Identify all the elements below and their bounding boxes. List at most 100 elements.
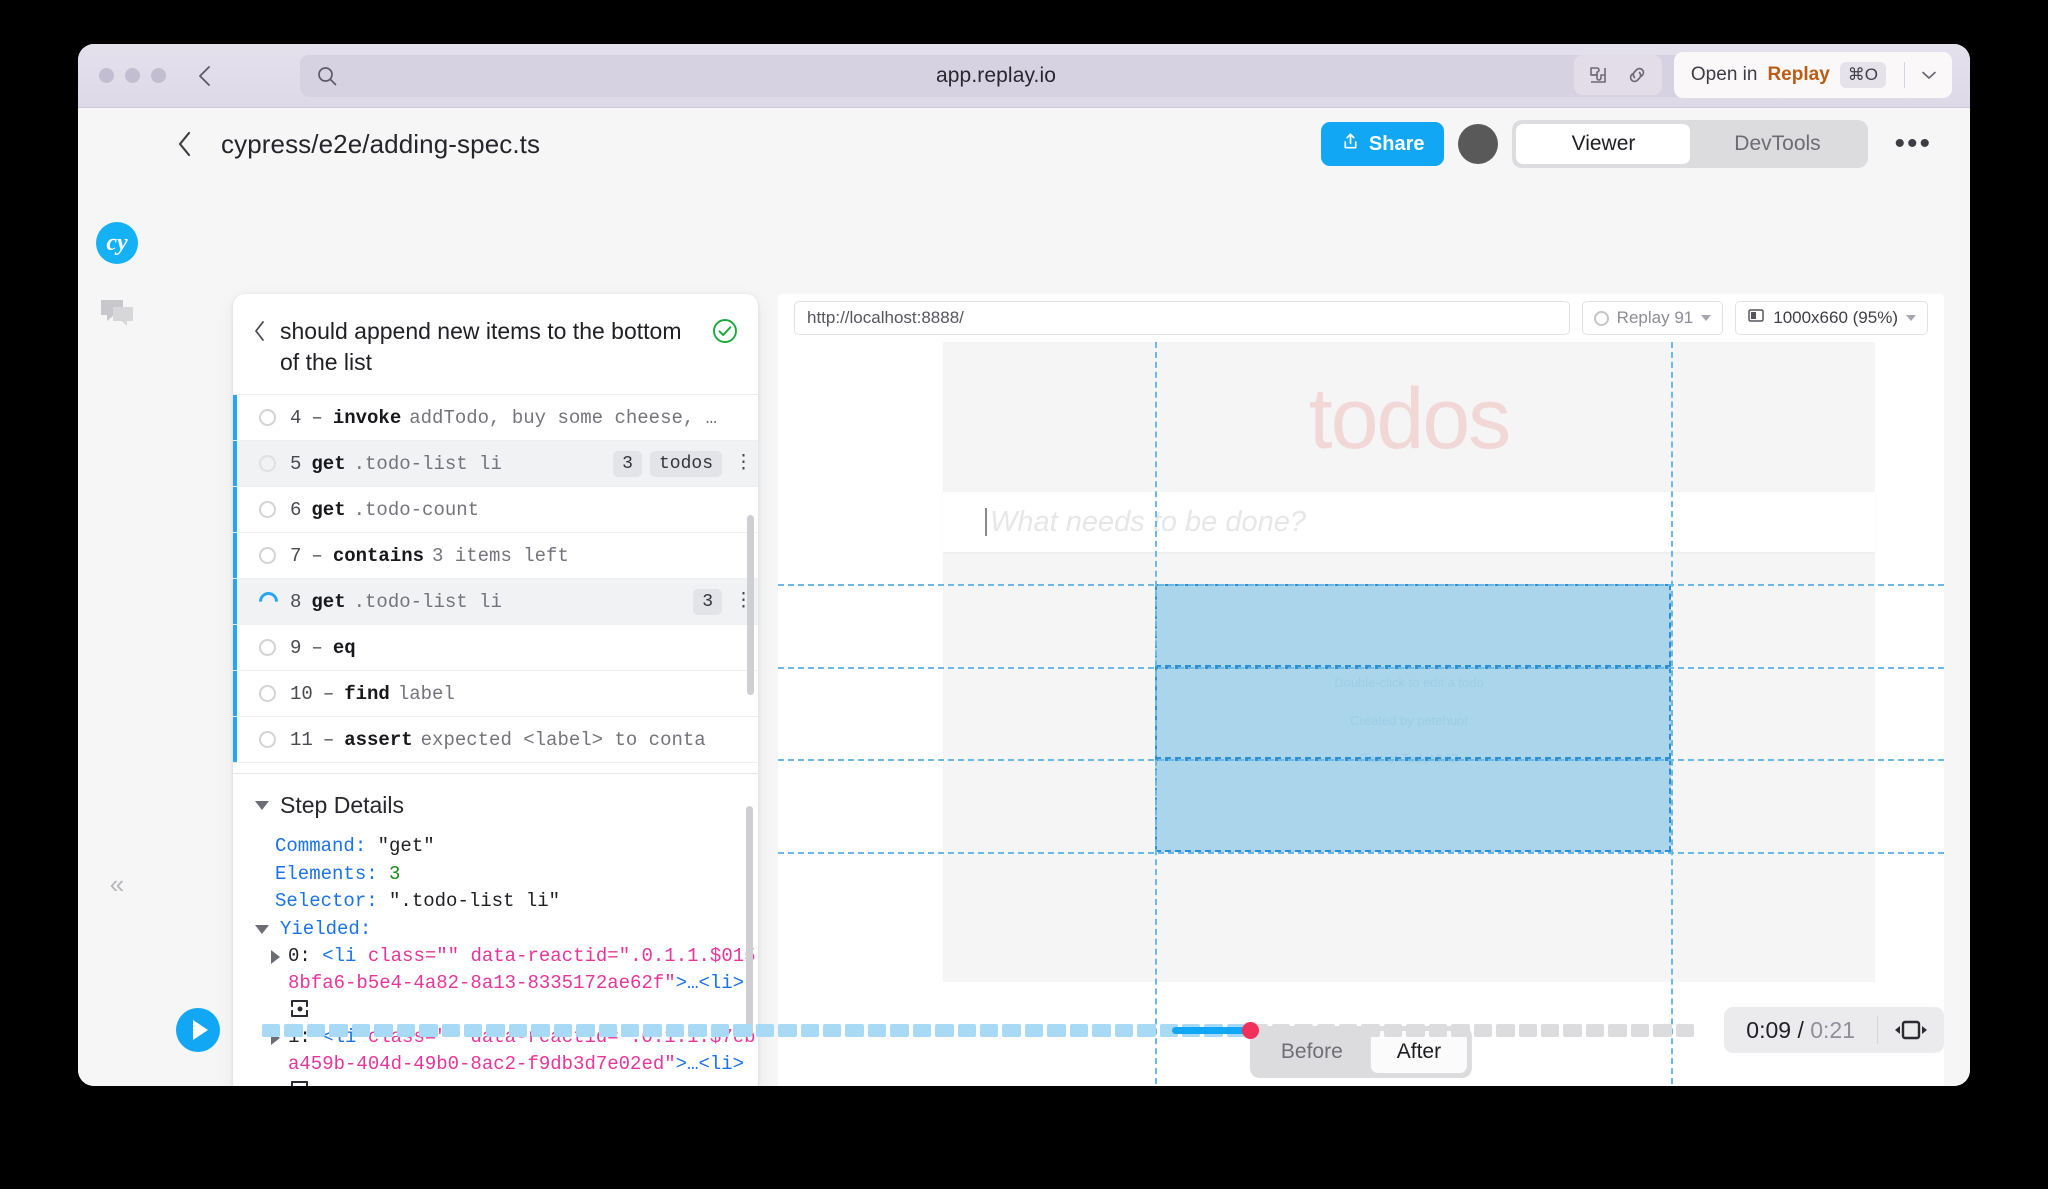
timeline-tick [531,1023,550,1037]
detail-command: Command: "get" [233,833,758,861]
share-button[interactable]: Share [1320,122,1445,166]
step-row[interactable]: 11 – assert expected <label> to conta [233,717,758,764]
step-row[interactable]: 8 get .todo-list li 3 ⋮ [233,579,758,626]
view-mode-toggle[interactable]: Viewer DevTools [1512,120,1869,168]
collapse-sidebar-button[interactable]: « [110,869,124,900]
step-number: 11 [290,728,313,751]
timeline-tick [845,1023,864,1037]
timeline-tick [1114,1023,1134,1037]
step-number: 7 [290,544,302,567]
timeline-playhead[interactable] [1241,1021,1259,1039]
window-traffic-lights[interactable] [99,68,166,83]
open-in-replay-button[interactable]: Open in Replay ⌘O [1673,52,1952,98]
guide-horizontal [778,852,1944,854]
step-number: 10 [290,682,313,705]
timeline-tick [1585,1023,1605,1037]
step-row[interactable]: 9 – eq [233,625,758,672]
step-argument: .todo-count [353,498,480,521]
step-menu-button[interactable]: ⋮ [734,591,753,610]
play-button[interactable] [176,1008,220,1052]
globe-icon [1593,310,1609,326]
timeline-tick [890,1023,909,1037]
element-highlight [1155,584,1671,667]
overflow-menu-button[interactable]: ••• [1882,129,1944,159]
close-window-button[interactable] [99,68,114,83]
timeline-tick [374,1023,393,1037]
timeline-tick [1339,1023,1358,1037]
check-circle-icon [712,318,738,349]
step-active-bar [233,671,237,717]
cypress-logo-icon[interactable]: cy [96,222,138,264]
timeline-track[interactable] [262,1021,1694,1039]
open-in-replay-prefix: Open in [1690,64,1758,85]
avatar[interactable] [1458,124,1499,164]
timeline-tick [688,1023,707,1037]
new-todo-input[interactable]: What needs to be done? [943,492,1875,552]
step-number: 6 [290,498,302,521]
step-row[interactable]: 10 – find label [233,671,758,718]
browser-chrome-actions: Open in Replay ⌘O [1573,52,1952,98]
timeline-tick [419,1023,438,1037]
maximize-window-button[interactable] [151,68,166,83]
element-highlight [1155,667,1671,759]
replay-app: cypress/e2e/adding-spec.ts Share Viewer … [78,108,1970,1086]
timeline-tick [912,1023,932,1037]
step-status-icon [259,685,276,703]
step-active-bar [233,717,237,763]
test-back-button[interactable] [253,320,266,347]
browser-chrome: app.replay.io Open in Replay ⌘O [78,44,1970,108]
chevron-down-icon [1701,315,1712,321]
detail-selector-key: Selector: [275,890,378,913]
timeline-tick [576,1023,595,1037]
guide-horizontal [778,584,1944,586]
step-row[interactable]: 7 – contains 3 items left [233,533,758,580]
viewer-pane: http://localhost:8888/ Replay 91 1000x66… [778,294,1944,1086]
step-status-icon [259,455,276,473]
caret-down-icon [255,801,269,810]
current-time: 0:09 [1746,1016,1792,1043]
timeline-tick [1653,1023,1672,1037]
timeline-tick [1406,1023,1425,1037]
timeline-tick [1271,1023,1291,1037]
step-details-header[interactable]: Step Details [233,792,758,819]
step-argument: label [397,682,455,705]
browser-back-button[interactable] [191,63,217,89]
detail-yielded-key: Yielded: [280,917,372,940]
step-active-bar [233,533,237,579]
replay-selector[interactable]: Replay 91 [1581,301,1724,335]
detail-command-key: Command: [275,835,367,857]
steps-scrollbar[interactable] [747,515,754,696]
detail-selector-value: ".todo-list li" [389,890,561,913]
minimize-window-button[interactable] [125,68,140,83]
comments-icon[interactable] [99,298,135,330]
step-row[interactable]: 5 get .todo-list li 3 todos ⋮ [233,441,758,488]
focus-region-button[interactable] [1878,1019,1944,1041]
header-back-button[interactable] [176,130,193,158]
guide-horizontal [778,759,1944,761]
timeline-tick [1540,1023,1560,1037]
preview-url-field[interactable]: http://localhost:8888/ [794,301,1570,335]
timeline-tick [621,1023,640,1037]
steps-list[interactable]: 4 – invoke addTodo, buy some cheese, … 5… [233,395,758,774]
step-row[interactable]: 6 get .todo-count [233,487,758,534]
steps-panel: should append new items to the bottom of… [233,294,758,1086]
focus-region-icon [1895,1020,1927,1040]
step-row[interactable]: 4 – invoke addTodo, buy some cheese, … [233,395,758,442]
step-argument: addTodo, buy some cheese, … [409,406,718,429]
yielded-attr-class: class="" [356,945,460,968]
step-running-spinner-icon [255,588,282,616]
browser-address-bar[interactable]: app.replay.io [300,55,1692,97]
puzzle-icon[interactable] [1587,63,1611,87]
chevron-down-icon[interactable] [1919,65,1939,85]
step-menu-button[interactable]: ⋮ [734,453,753,472]
timeline-tick [1092,1023,1111,1037]
tab-devtools[interactable]: DevTools [1690,124,1864,164]
detail-yielded-header[interactable]: Yielded: [233,916,758,944]
tab-viewer[interactable]: Viewer [1516,124,1691,164]
timeline-tick [508,1023,528,1037]
step-result-count: 3 [693,588,722,615]
link-icon[interactable] [1625,63,1649,87]
timeline-tick [800,1023,819,1037]
caret-right-icon[interactable] [271,950,280,965]
viewport-size-selector[interactable]: 1000x660 (95%) [1735,301,1928,335]
